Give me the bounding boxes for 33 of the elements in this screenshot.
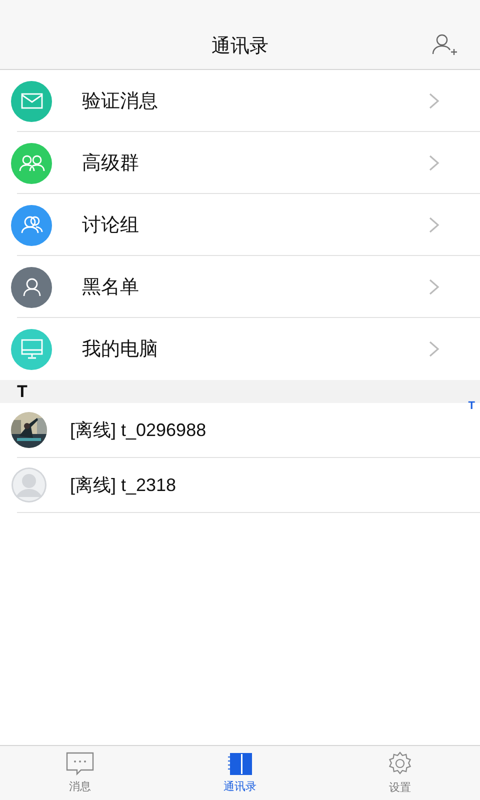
people-icon	[18, 215, 44, 235]
chevron-icon	[428, 278, 440, 296]
index-letter[interactable]: T	[468, 400, 475, 412]
menu-item[interactable]: 我的电脑	[0, 318, 480, 380]
menu-label: 黑名单	[82, 276, 140, 300]
menu-label: 我的电脑	[82, 338, 159, 362]
tab[interactable]: 消息	[0, 746, 160, 800]
tab[interactable]: 通讯录	[160, 746, 320, 800]
chevron-icon	[428, 92, 440, 110]
tab[interactable]: 设置	[320, 746, 480, 800]
people-icon	[18, 153, 46, 173]
chat-icon	[66, 752, 94, 776]
menu-item[interactable]: 讨论组	[0, 194, 480, 256]
chevron-icon	[428, 154, 440, 172]
monitor-icon	[20, 339, 42, 359]
menu-label: 讨论组	[82, 214, 140, 238]
chevron-icon	[428, 216, 440, 234]
menu-item[interactable]: 高级群	[0, 132, 480, 194]
menu-item[interactable]: 验证消息	[0, 70, 480, 132]
section-letter: T	[17, 382, 28, 402]
contact-name: [离线] t_2318	[70, 474, 176, 497]
page-title: 通讯录	[212, 34, 268, 58]
chevron-icon	[428, 340, 440, 358]
address-book-icon	[227, 752, 253, 776]
avatar-icon	[11, 467, 47, 503]
menu-label: 验证消息	[82, 90, 159, 114]
menu-item[interactable]: 黑名单	[0, 256, 480, 318]
envelope-icon	[20, 93, 42, 109]
contact-row[interactable]: [离线] t_2318	[0, 458, 480, 513]
menu-label: 高级群	[82, 152, 140, 176]
person-icon	[22, 277, 42, 297]
contact-name: [离线] t_0296988	[70, 419, 206, 442]
settings-icon	[387, 751, 413, 777]
